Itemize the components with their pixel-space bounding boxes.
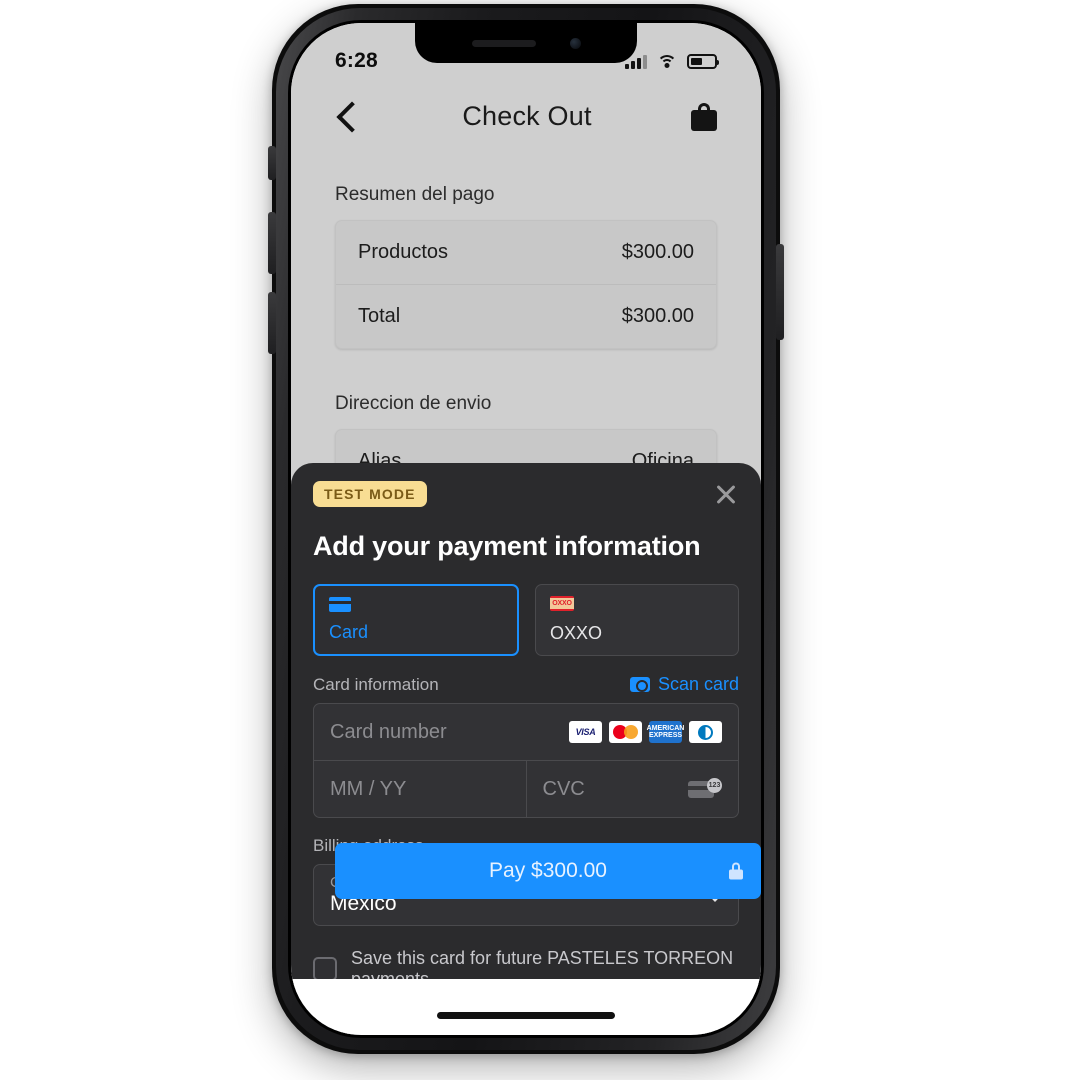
table-row: Productos $300.00 [336, 221, 716, 284]
home-indicator[interactable] [437, 1012, 615, 1019]
phone-mute-switch[interactable] [268, 146, 276, 180]
cvc-placeholder: CVC [542, 777, 585, 800]
card-information-group: Card number VISA AMERICAN EXPRESS MM / YY [313, 703, 739, 818]
checkout-content: Resumen del pago Productos $300.00 Total… [291, 138, 761, 494]
shipping-address-label: Direccion de envio [335, 393, 492, 414]
expiry-placeholder: MM / YY [330, 777, 407, 800]
card-information-label: Card information [313, 674, 439, 694]
status-bar-icons [625, 53, 719, 69]
oxxo-logo-icon: OXXO [550, 596, 574, 611]
accepted-card-brands: VISA AMERICAN EXPRESS [569, 721, 722, 743]
pay-button-label: Pay $300.00 [489, 859, 607, 882]
close-icon[interactable] [713, 481, 739, 507]
summary-row-value: $300.00 [621, 305, 694, 327]
expiry-cvc-row: MM / YY CVC 123 [314, 760, 738, 817]
phone-power-button[interactable] [776, 244, 784, 340]
phone-volume-down-button[interactable] [268, 292, 276, 354]
screenshot-stage: 6:28 Check Out Resumen del pago Producto… [0, 0, 1080, 1080]
app-navigation-bar: Check Out [291, 83, 761, 138]
payment-sheet-title: Add your payment information [313, 531, 701, 561]
home-indicator-area [291, 979, 761, 1035]
pay-button-wrapper: Pay $300.00 [313, 843, 761, 971]
wifi-icon [656, 53, 678, 69]
credit-card-icon [329, 597, 351, 612]
mastercard-icon [609, 721, 642, 743]
visa-icon: VISA [569, 721, 602, 743]
tab-card[interactable]: Card [313, 584, 519, 656]
card-number-placeholder: Card number [330, 720, 447, 743]
payment-sheet-header: TEST MODE [313, 481, 739, 507]
phone-frame: 6:28 Check Out Resumen del pago Producto… [276, 8, 776, 1050]
payment-summary-label: Resumen del pago [335, 184, 495, 205]
tab-oxxo-label: OXXO [550, 623, 603, 643]
front-camera [569, 37, 581, 49]
phone-notch [415, 23, 637, 63]
battery-icon [687, 53, 719, 69]
diners-club-icon [689, 721, 722, 743]
summary-row-label: Productos [358, 241, 449, 263]
pay-button[interactable]: Pay $300.00 [335, 843, 761, 899]
status-badge: TEST MODE [313, 481, 427, 507]
phone-volume-up-button[interactable] [268, 212, 276, 274]
camera-icon [629, 677, 650, 692]
summary-row-value: $300.00 [621, 241, 694, 263]
back-button[interactable] [335, 100, 368, 133]
payment-sheet: TEST MODE Add your payment information C… [291, 463, 761, 1035]
amex-icon: AMERICAN EXPRESS [647, 721, 684, 743]
table-row: Total $300.00 [336, 284, 716, 348]
payment-summary-card: Productos $300.00 Total $300.00 [335, 220, 717, 349]
phone-bezel: 6:28 Check Out Resumen del pago Producto… [288, 20, 764, 1038]
page-title: Check Out [462, 101, 592, 131]
back-chevron-icon [336, 100, 368, 133]
shopping-bag-icon[interactable] [690, 102, 717, 131]
tab-oxxo[interactable]: OXXO OXXO [535, 584, 739, 656]
cvc-input[interactable]: CVC 123 [525, 761, 739, 817]
phone-screen: 6:28 Check Out Resumen del pago Producto… [291, 23, 761, 1035]
card-information-label-row: Card information Scan card [313, 674, 739, 695]
cvc-hint-digits: 123 [707, 778, 722, 793]
card-number-input[interactable]: Card number VISA AMERICAN EXPRESS [314, 704, 738, 760]
payment-method-tabs: Card OXXO OXXO [313, 584, 739, 656]
status-bar-time: 6:28 [335, 49, 378, 72]
tab-card-label: Card [329, 622, 369, 642]
summary-row-label: Total [358, 305, 401, 327]
scan-card-label: Scan card [657, 674, 739, 694]
scan-card-button[interactable]: Scan card [629, 674, 739, 695]
cvc-card-icon: 123 [688, 778, 722, 800]
earpiece-speaker [471, 39, 536, 47]
lock-icon [729, 862, 743, 880]
expiry-input[interactable]: MM / YY [314, 761, 526, 817]
